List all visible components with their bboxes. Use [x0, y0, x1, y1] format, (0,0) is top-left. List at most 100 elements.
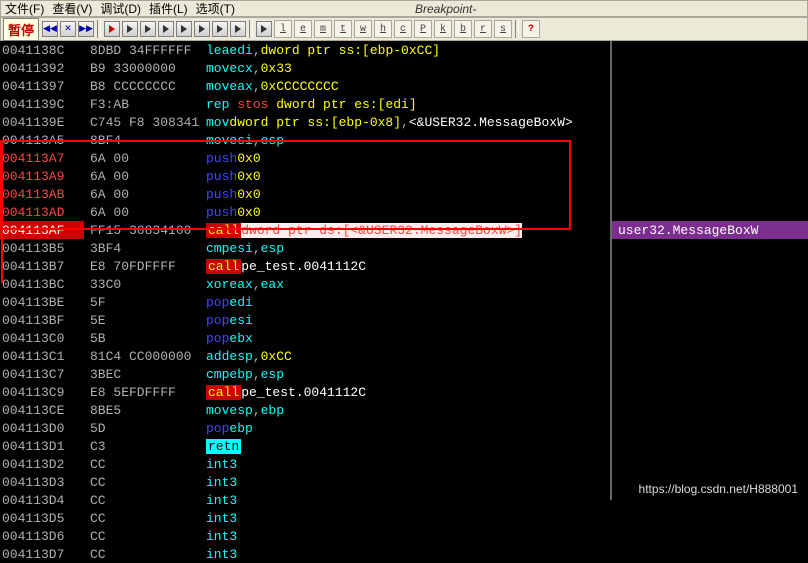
- disasm-cell[interactable]: pop ebx: [202, 329, 610, 347]
- disasm-cell[interactable]: int3: [202, 455, 610, 473]
- address-cell[interactable]: 004113BE: [0, 293, 84, 311]
- comment-cell[interactable]: [612, 275, 808, 293]
- bytes-cell[interactable]: B9 33000000: [84, 59, 202, 77]
- comment-cell[interactable]: [612, 239, 808, 257]
- bytes-cell[interactable]: 5D: [84, 419, 202, 437]
- address-cell[interactable]: 004113AB: [0, 185, 84, 203]
- address-cell[interactable]: 004113BF: [0, 311, 84, 329]
- view-button-P[interactable]: P: [414, 20, 432, 38]
- bytes-cell[interactable]: 5E: [84, 311, 202, 329]
- help-button[interactable]: ?: [522, 20, 540, 38]
- disasm-cell[interactable]: int3: [202, 545, 610, 563]
- address-cell[interactable]: 004113C0: [0, 329, 84, 347]
- view-button-m[interactable]: m: [314, 20, 332, 38]
- address-cell[interactable]: 004113D6: [0, 527, 84, 545]
- comment-cell[interactable]: [612, 365, 808, 383]
- disasm-cell[interactable]: rep stos dword ptr es:[edi]: [202, 95, 610, 113]
- comment-cell[interactable]: [612, 95, 808, 113]
- bytes-cell[interactable]: E8 70FDFFFF: [84, 257, 202, 275]
- bytes-cell[interactable]: F3:AB: [84, 95, 202, 113]
- view-button-k[interactable]: k: [434, 20, 452, 38]
- comment-cell[interactable]: [612, 401, 808, 419]
- view-button-c[interactable]: c: [394, 20, 412, 38]
- view-button-h[interactable]: h: [374, 20, 392, 38]
- address-cell[interactable]: 004113C9: [0, 383, 84, 401]
- bytes-cell[interactable]: CC: [84, 491, 202, 509]
- menu-debug[interactable]: 调试(D): [100, 0, 141, 17]
- address-cell[interactable]: 004113B5: [0, 239, 84, 257]
- comment-cell[interactable]: [612, 41, 808, 59]
- disasm-cell[interactable]: mov eax,0xCCCCCCCC: [202, 77, 610, 95]
- address-cell[interactable]: 004113B7: [0, 257, 84, 275]
- disasm-cell[interactable]: int3: [202, 509, 610, 527]
- address-cell[interactable]: 0041139E: [0, 113, 84, 131]
- comment-cell[interactable]: [612, 419, 808, 437]
- comment-cell[interactable]: [612, 383, 808, 401]
- menu-file[interactable]: 文件(F): [5, 0, 44, 17]
- disasm-cell[interactable]: cmp ebp,esp: [202, 365, 610, 383]
- disasm-cell[interactable]: push 0x0: [202, 167, 610, 185]
- bytes-cell[interactable]: 8BF4: [84, 131, 202, 149]
- toolbar-button[interactable]: [104, 21, 120, 37]
- comment-cell[interactable]: user32.MessageBoxW: [612, 221, 808, 239]
- address-cell[interactable]: 004113A7: [0, 149, 84, 167]
- comment-cell[interactable]: [612, 77, 808, 95]
- disasm-cell[interactable]: call pe_test.0041112C: [202, 383, 610, 401]
- bytes-cell[interactable]: 8DBD 34FFFFFF: [84, 41, 202, 59]
- disasm-cell[interactable]: mov esi,esp: [202, 131, 610, 149]
- toolbar-button[interactable]: [176, 21, 192, 37]
- comment-cell[interactable]: [612, 203, 808, 221]
- disasm-cell[interactable]: int3: [202, 473, 610, 491]
- comment-cell[interactable]: [612, 347, 808, 365]
- menu-plugins[interactable]: 插件(L): [149, 0, 188, 17]
- disasm-cell[interactable]: push 0x0: [202, 185, 610, 203]
- address-cell[interactable]: 004113D4: [0, 491, 84, 509]
- bytes-cell[interactable]: 6A 00: [84, 149, 202, 167]
- bytes-cell[interactable]: C745 F8 308341: [84, 113, 202, 131]
- comment-cell[interactable]: [612, 527, 808, 545]
- address-cell[interactable]: 004113C7: [0, 365, 84, 383]
- toolbar-button[interactable]: [230, 21, 246, 37]
- address-cell[interactable]: 004113D2: [0, 455, 84, 473]
- bytes-cell[interactable]: CC: [84, 473, 202, 491]
- bytes-cell[interactable]: 33C0: [84, 275, 202, 293]
- address-cell[interactable]: 004113CE: [0, 401, 84, 419]
- disasm-cell[interactable]: call dword ptr ds:[<&USER32.MessageBoxW>…: [202, 221, 610, 239]
- toolbar-button[interactable]: [140, 21, 156, 37]
- toolbar-button[interactable]: [212, 21, 228, 37]
- toolbar-button[interactable]: ▶▶: [78, 21, 94, 37]
- disasm-cell[interactable]: int3: [202, 491, 610, 509]
- bytes-cell[interactable]: CC: [84, 455, 202, 473]
- address-cell[interactable]: 004113D5: [0, 509, 84, 527]
- comment-cell[interactable]: [612, 113, 808, 131]
- address-cell[interactable]: 0041138C: [0, 41, 84, 59]
- disasm-cell[interactable]: mov ecx,0x33: [202, 59, 610, 77]
- disasm-cell[interactable]: retn: [202, 437, 610, 455]
- menu-options[interactable]: 选项(T): [196, 0, 235, 17]
- comment-cell[interactable]: [612, 509, 808, 527]
- bytes-cell[interactable]: B8 CCCCCCCC: [84, 77, 202, 95]
- bytes-cell[interactable]: 5F: [84, 293, 202, 311]
- disasm-cell[interactable]: lea edi,dword ptr ss:[ebp-0xCC]: [202, 41, 610, 59]
- bytes-cell[interactable]: 6A 00: [84, 203, 202, 221]
- toolbar-button[interactable]: [256, 21, 272, 37]
- bytes-cell[interactable]: E8 5EFDFFFF: [84, 383, 202, 401]
- bytes-cell[interactable]: FF15 30834100: [84, 221, 202, 239]
- comment-cell[interactable]: [612, 293, 808, 311]
- disasm-cell[interactable]: pop esi: [202, 311, 610, 329]
- bytes-cell[interactable]: C3: [84, 437, 202, 455]
- comment-cell[interactable]: [612, 437, 808, 455]
- disasm-cell[interactable]: push 0x0: [202, 203, 610, 221]
- bytes-cell[interactable]: 8BE5: [84, 401, 202, 419]
- comment-cell[interactable]: [612, 311, 808, 329]
- disasm-cell[interactable]: push 0x0: [202, 149, 610, 167]
- bytes-cell[interactable]: 81C4 CC000000: [84, 347, 202, 365]
- comment-cell[interactable]: [612, 455, 808, 473]
- address-cell[interactable]: 00411397: [0, 77, 84, 95]
- comment-cell[interactable]: [612, 59, 808, 77]
- toolbar-button[interactable]: [194, 21, 210, 37]
- bytes-cell[interactable]: 6A 00: [84, 167, 202, 185]
- comment-cell[interactable]: [612, 167, 808, 185]
- view-button-r[interactable]: r: [474, 20, 492, 38]
- bytes-cell[interactable]: 6A 00: [84, 185, 202, 203]
